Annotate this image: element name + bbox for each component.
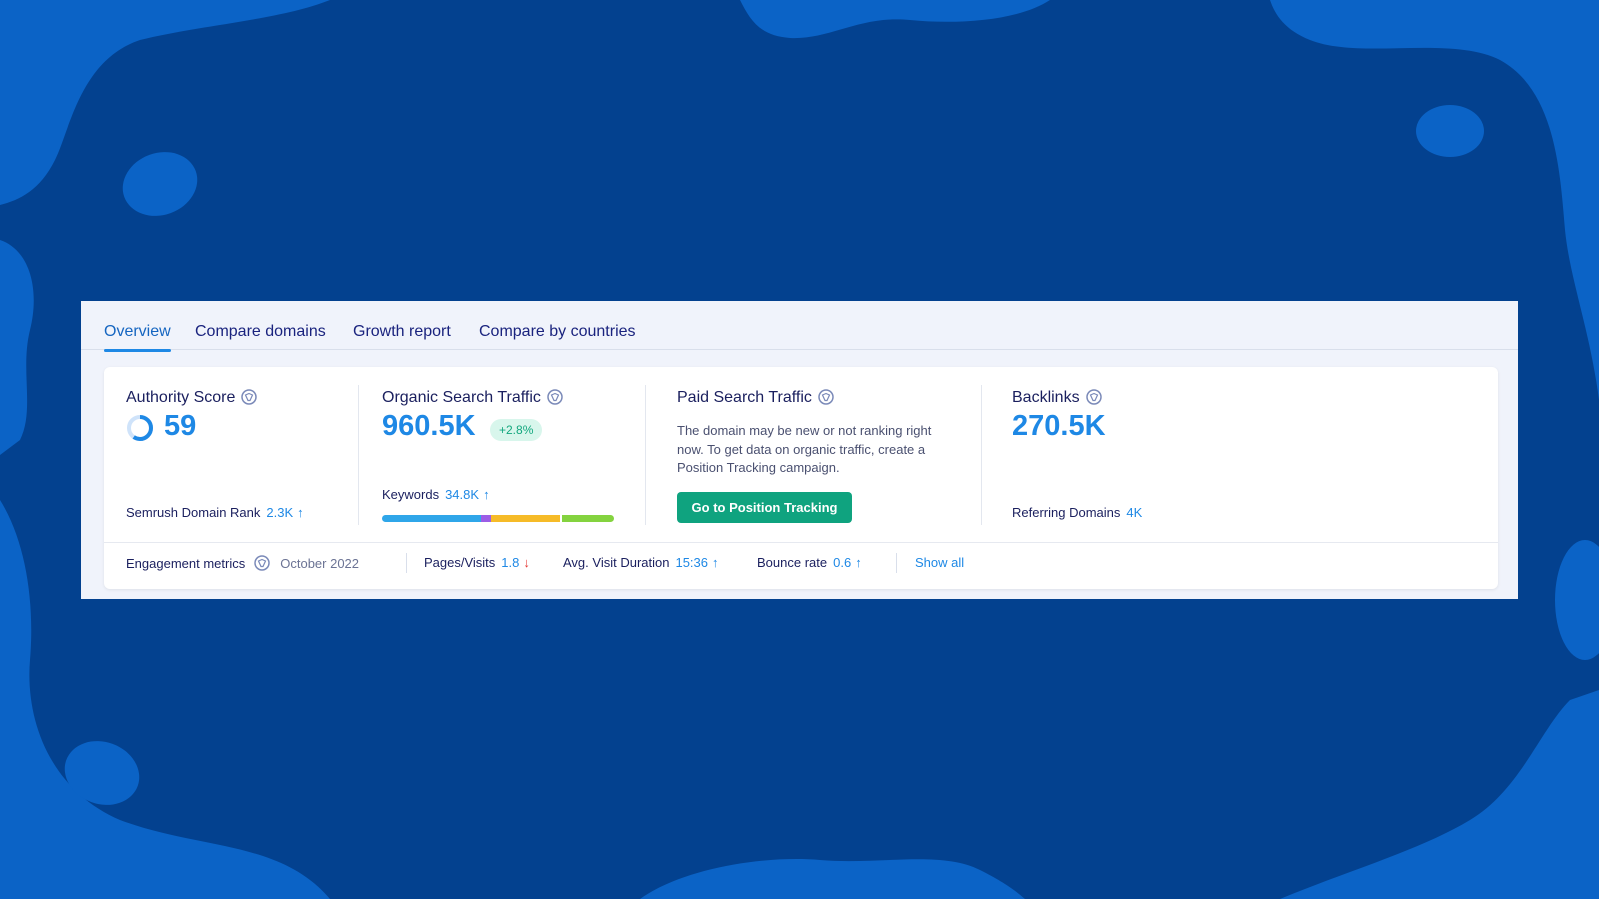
duration-label: Avg. Visit Duration (563, 555, 670, 570)
backlinks-label: Backlinks (1012, 389, 1080, 406)
row-divider (406, 553, 407, 573)
referring-domains: Referring Domains 4K (1012, 505, 1142, 520)
kw-segment-1 (382, 515, 482, 522)
authority-score-title: Authority Score (126, 389, 258, 407)
tab-overview[interactable]: Overview (104, 323, 171, 352)
blob-bottom-center (640, 859, 1025, 899)
domain-rank-value: 2.3K (266, 505, 294, 520)
info-icon[interactable] (241, 389, 258, 405)
domain-rank-label: Semrush Domain Rank (126, 505, 261, 520)
info-icon[interactable] (818, 389, 834, 405)
column-divider (645, 385, 646, 525)
info-icon[interactable] (547, 389, 563, 405)
kw-segment-3 (491, 515, 561, 522)
kw-segment-4 (562, 515, 614, 522)
referring-domains-label: Referring Domains (1012, 505, 1121, 520)
keywords-stat: Keywords 34.8K ↑ (382, 487, 490, 502)
bounce-rate-label: Bounce rate (757, 555, 828, 570)
column-divider (358, 385, 359, 525)
duration-value: 15:36 (675, 555, 709, 570)
kw-segment-2 (481, 515, 492, 522)
engagement-date: October 2022 (280, 556, 360, 571)
paid-traffic-description: The domain may be new or not ranking rig… (677, 423, 932, 475)
avg-visit-duration: Avg. Visit Duration 15:36 ↑ (563, 555, 719, 570)
go-to-position-tracking-button[interactable]: Go to Position Tracking (677, 492, 852, 523)
show-all-link[interactable]: Show all (915, 555, 964, 570)
blob-bottom-right (1280, 690, 1599, 899)
blob-spot-2 (1416, 105, 1484, 157)
pages-visits-label: Pages/Visits (424, 555, 496, 570)
blob-top-center (740, 0, 1050, 39)
domain-overview-panel: Overview Compare domains Growth report C… (81, 301, 1518, 599)
pages-per-visit: Pages/Visits 1.8 ↓ (424, 555, 530, 570)
authority-score-label: Authority Score (126, 389, 236, 406)
info-icon[interactable] (254, 555, 270, 571)
blob-left (0, 240, 34, 455)
keywords-distribution-bar (382, 515, 614, 522)
metrics-card: Authority Score 59 Semrush Domain Rank 2.… (104, 367, 1498, 589)
semrush-domain-rank: Semrush Domain Rank 2.3K ↑ (126, 505, 304, 520)
trend-up-icon: ↑ (855, 555, 862, 570)
trend-down-icon: ↓ (523, 555, 530, 570)
backlinks-title: Backlinks (1012, 389, 1102, 407)
organic-traffic-title: Organic Search Traffic (382, 389, 563, 407)
backlinks-value: 270.5K (1012, 410, 1106, 442)
organic-traffic-value: 960.5K (382, 410, 476, 442)
blob-spot-4 (1555, 540, 1599, 660)
keywords-label: Keywords (382, 487, 440, 502)
row-divider (896, 553, 897, 573)
info-icon[interactable] (1085, 389, 1102, 405)
authority-score-value: 59 (164, 410, 197, 442)
bounce-rate: Bounce rate 0.6 ↑ (757, 555, 862, 570)
tab-growth-report[interactable]: Growth report (353, 323, 451, 341)
paid-traffic-label: Paid Search Traffic (677, 389, 812, 406)
authority-score-ring-icon (127, 415, 153, 441)
pages-visits-value: 1.8 (501, 555, 520, 570)
column-divider (981, 385, 982, 525)
organic-traffic-label: Organic Search Traffic (382, 389, 541, 406)
trend-up-icon: ↑ (712, 555, 719, 570)
engagement-label-text: Engagement metrics (126, 556, 246, 571)
tab-compare-domains[interactable]: Compare domains (195, 323, 326, 341)
tab-bar: Overview Compare domains Growth report C… (81, 301, 1518, 352)
keywords-value: 34.8K (445, 487, 480, 502)
tab-compare-by-countries[interactable]: Compare by countries (479, 323, 636, 341)
referring-domains-value: 4K (1126, 505, 1143, 520)
organic-change-badge: +2.8% (490, 419, 543, 441)
bounce-rate-value: 0.6 (833, 555, 852, 570)
blob-spot-1 (122, 152, 198, 216)
engagement-metrics-label: Engagement metrics October 2022 (126, 555, 359, 571)
trend-up-icon: ↑ (483, 487, 490, 502)
trend-up-icon: ↑ (297, 505, 304, 520)
paid-traffic-title: Paid Search Traffic (677, 389, 834, 407)
card-divider (104, 542, 1498, 543)
